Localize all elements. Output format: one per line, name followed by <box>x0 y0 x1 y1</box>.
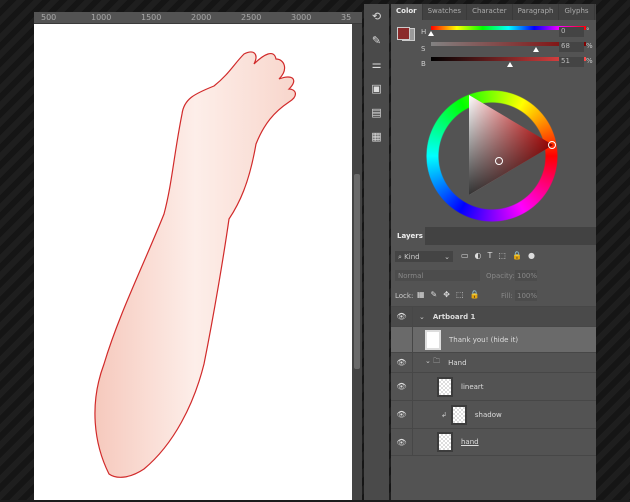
layer-row-thank-you[interactable]: Thank you! (hide it) <box>391 326 596 352</box>
horizontal-ruler: 500 1000 1500 2000 2500 3000 35 <box>34 12 362 24</box>
layer-row-hand-group[interactable]: 👁 ⌄ 🗀 Hand <box>391 352 596 372</box>
tab-character[interactable]: Character <box>467 4 513 20</box>
opacity-label: Opacity: <box>486 272 515 280</box>
folder-icon: ⌄ 🗀 <box>425 357 441 365</box>
blend-mode-select[interactable]: Normal <box>395 270 480 281</box>
libraries-icon[interactable]: ▣ <box>364 76 389 100</box>
eye-icon[interactable]: 👁 <box>391 353 413 372</box>
color-panel-tabs: Color Swatches Character Paragraph Glyph… <box>391 4 596 20</box>
ruler-tick: 2000 <box>191 13 212 22</box>
ruler-tick: 1000 <box>91 13 112 22</box>
layer-thumbnail <box>437 376 453 397</box>
layer-name: lineart <box>461 382 484 391</box>
h-value[interactable]: 0 <box>559 27 584 37</box>
ruler-tick: 1500 <box>141 13 162 22</box>
s-label: S <box>421 45 426 53</box>
smart-object-thumbnail <box>425 329 441 350</box>
chevron-down-icon[interactable]: ⌄ <box>419 313 425 321</box>
color-wheel[interactable] <box>426 90 558 222</box>
panel-icon-strip: ⟲ ✎ ⚌ ▣ ▤ ▦ <box>364 4 389 500</box>
document-canvas[interactable] <box>34 24 352 500</box>
layer-row-artboard[interactable]: 👁 ⌄ Artboard 1 <box>391 306 596 326</box>
eye-icon[interactable]: 👁 <box>391 429 413 455</box>
filter-kind-value: Kind <box>404 253 420 261</box>
layer-row-hand[interactable]: 👁 hand <box>391 428 596 456</box>
layer-name: Thank you! (hide it) <box>449 335 519 344</box>
vertical-scrollbar[interactable] <box>352 24 362 500</box>
tab-color[interactable]: Color <box>391 4 423 20</box>
h-unit: ° <box>586 27 590 35</box>
layer-thumbnail <box>450 404 467 425</box>
slider-thumb[interactable] <box>533 47 540 52</box>
h-label: H <box>421 28 427 36</box>
tab-layers[interactable]: Layers <box>391 227 425 245</box>
slider-thumb[interactable] <box>507 62 514 67</box>
tab-paragraph[interactable]: Paragraph <box>513 4 560 20</box>
s-unit: % <box>586 42 593 50</box>
hand-artwork <box>94 51 296 478</box>
properties-icon[interactable]: ▦ <box>364 124 389 148</box>
tab-glyphs[interactable]: Glyphs <box>559 4 595 20</box>
layer-comps-icon[interactable]: ▤ <box>364 100 389 124</box>
ruler-tick: 35 <box>341 13 352 22</box>
filter-kind-select[interactable]: ⌕ Kind ⌄ <box>395 251 453 262</box>
layer-name: Artboard 1 <box>432 312 476 321</box>
lock-icons[interactable]: ▦✎✥⬚🔒 <box>417 290 485 299</box>
adjustments-icon[interactable]: ⚌ <box>364 52 389 76</box>
visibility-toggle-off[interactable] <box>391 327 413 352</box>
s-value[interactable]: 68 <box>559 42 584 52</box>
right-panels: Color Swatches Character Paragraph Glyph… <box>391 4 596 500</box>
layer-thumbnail <box>437 432 453 452</box>
eye-icon[interactable]: 👁 <box>391 373 413 400</box>
brush-icon[interactable]: ✎ <box>364 28 389 52</box>
eye-icon[interactable]: 👁 <box>391 401 413 428</box>
layer-name: hand <box>461 438 479 446</box>
ruler-tick: 3000 <box>291 13 312 22</box>
ruler-tick: 500 <box>41 13 57 22</box>
layers-tabbar: Layers <box>391 227 596 245</box>
b-label: B <box>421 60 426 68</box>
b-value[interactable]: 51 <box>559 57 584 67</box>
fill-label: Fill: <box>501 292 513 300</box>
foreground-color-swatch[interactable] <box>397 27 410 40</box>
b-unit: % <box>586 57 593 65</box>
lock-label: Lock: <box>395 292 414 300</box>
opacity-input[interactable]: 100% <box>515 270 537 281</box>
slider-thumb[interactable] <box>428 31 434 36</box>
filter-icons[interactable]: ▭◐T⬚🔒● <box>461 251 541 260</box>
history-icon[interactable]: ⟲ <box>364 4 389 28</box>
scroll-thumb[interactable] <box>354 174 360 369</box>
eye-icon[interactable]: 👁 <box>391 307 413 326</box>
layer-row-shadow[interactable]: 👁 ↲ shadow <box>391 400 596 428</box>
clipping-mask-icon: ↲ <box>441 410 447 419</box>
ruler-tick: 2500 <box>241 13 262 22</box>
layer-name: shadow <box>474 410 502 419</box>
layer-name: Hand <box>448 358 467 367</box>
layer-row-lineart[interactable]: 👁 lineart <box>391 372 596 400</box>
tab-swatches[interactable]: Swatches <box>423 4 468 20</box>
fill-input[interactable]: 100% <box>515 290 537 301</box>
